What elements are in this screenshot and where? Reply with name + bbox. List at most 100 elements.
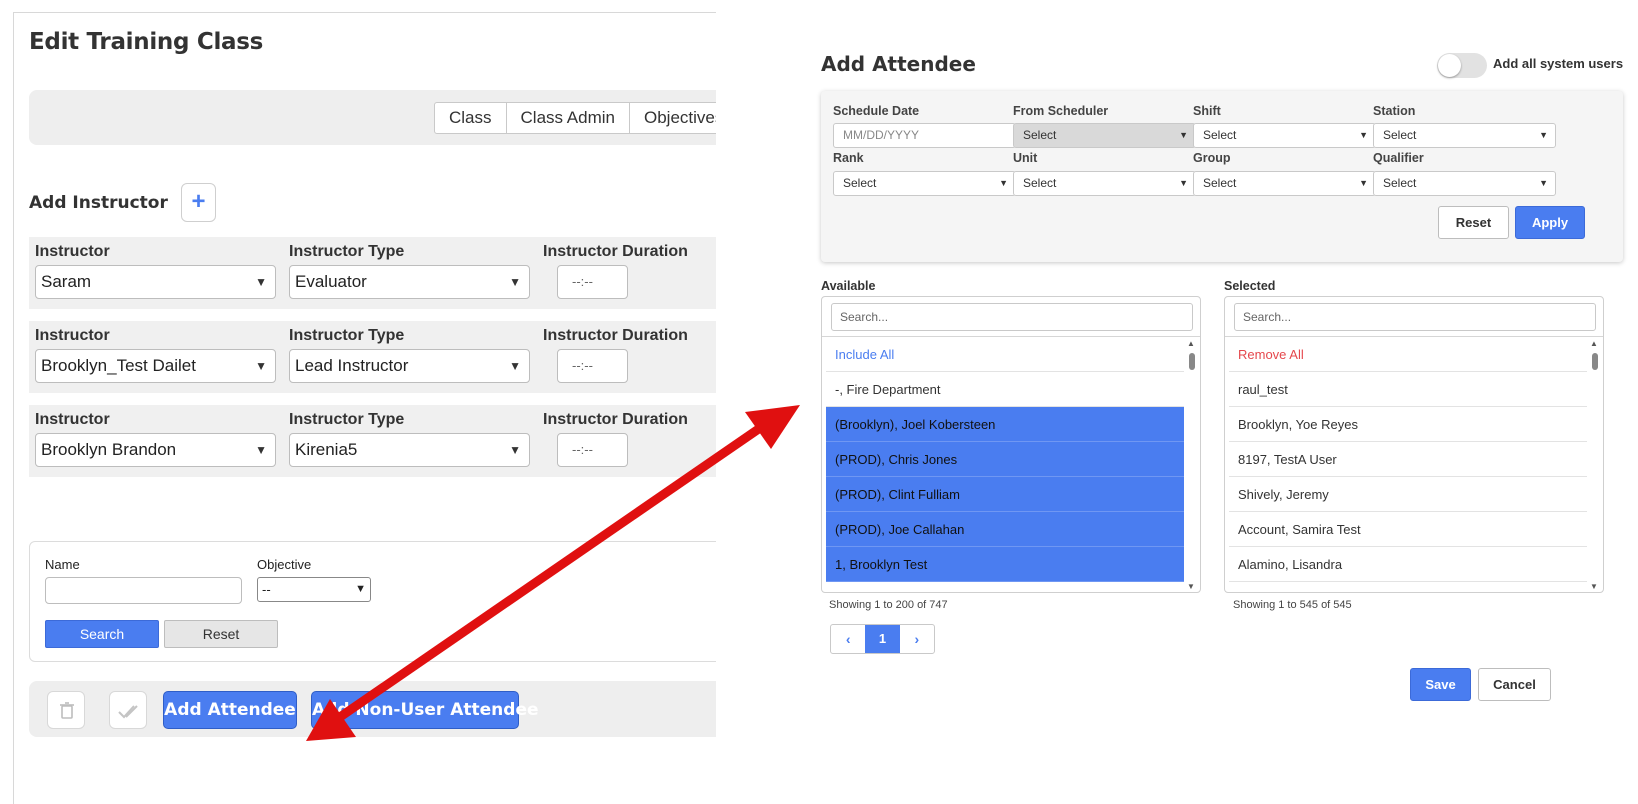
instructor-type-value: Kirenia5 xyxy=(295,440,358,459)
list-item[interactable]: Account, Samira Test xyxy=(1229,512,1587,547)
instructor-type-select[interactable]: Evaluator ▼ xyxy=(289,265,530,299)
scroll-thumb[interactable] xyxy=(1189,353,1195,370)
list-item[interactable]: -, Fire Department xyxy=(826,372,1184,407)
tab-objectives[interactable]: Objectives xyxy=(630,103,716,133)
list-item[interactable]: (PROD), Joe Callahan xyxy=(826,512,1184,547)
list-item[interactable]: (PROD), Chris Jones xyxy=(826,442,1184,477)
instructor-duration-input[interactable]: --:-- xyxy=(557,349,628,383)
reset-button[interactable]: Reset xyxy=(164,620,278,648)
edit-training-class-panel: Edit Training Class Class Class Admin Ob… xyxy=(13,12,716,804)
prev-page-button[interactable]: ‹ xyxy=(831,625,865,653)
tab-class-admin[interactable]: Class Admin xyxy=(507,103,630,133)
list-item[interactable]: Shively, Jeremy xyxy=(1229,477,1587,512)
instructor-type-select[interactable]: Kirenia5 ▼ xyxy=(289,433,530,467)
scroll-down-icon[interactable]: ▼ xyxy=(1187,582,1195,591)
shift-value: Select xyxy=(1203,128,1237,142)
group-select[interactable]: Select ▼ xyxy=(1193,171,1376,196)
scroll-up-icon[interactable]: ▲ xyxy=(1187,339,1195,348)
page-title: Edit Training Class xyxy=(29,29,264,55)
instructor-type-value: Evaluator xyxy=(295,272,367,291)
add-non-user-attendee-button[interactable]: Add Non-User Attendee xyxy=(311,691,539,729)
delete-button[interactable] xyxy=(47,691,85,729)
instructor-label: Instructor xyxy=(35,327,110,344)
shift-select[interactable]: Select ▼ xyxy=(1193,123,1376,148)
pagination: ‹ 1 › xyxy=(830,624,935,654)
search-button[interactable]: Search xyxy=(45,620,159,648)
attendee-search-panel: Name Objective -- ▼ Search Reset xyxy=(29,541,716,662)
shift-label: Shift xyxy=(1193,104,1221,118)
unit-label: Unit xyxy=(1013,151,1038,165)
name-label: Name xyxy=(45,557,80,572)
instructor-select-value: Brooklyn Brandon xyxy=(41,440,177,459)
list-item[interactable]: 1, Station LP xyxy=(826,582,1184,592)
caret-down-icon: ▼ xyxy=(1359,130,1368,140)
attendee-action-bar: Add Attendee Add Non-User Attendee xyxy=(29,681,716,737)
add-instructor-label: Add Instructor xyxy=(29,193,168,213)
selected-search-input[interactable]: Search... xyxy=(1234,303,1596,331)
selected-count: Showing 1 to 545 of 545 xyxy=(1233,599,1352,611)
tab-class[interactable]: Class xyxy=(435,103,507,133)
remove-all-link[interactable]: Remove All xyxy=(1229,337,1587,372)
name-input[interactable] xyxy=(45,577,242,604)
include-all-link[interactable]: Include All xyxy=(826,337,1184,372)
chevron-down-icon: ▼ xyxy=(509,443,521,457)
instructor-select[interactable]: Saram ▼ xyxy=(35,265,276,299)
add-all-users-toggle[interactable] xyxy=(1437,53,1487,78)
qualifier-label: Qualifier xyxy=(1373,151,1424,165)
list-item[interactable]: raul_test xyxy=(1229,372,1587,407)
list-item[interactable]: 8197, TestA User xyxy=(1229,442,1587,477)
schedule-date-label: Schedule Date xyxy=(833,104,920,118)
list-item[interactable]: Brooklyn, Yoe Reyes xyxy=(1229,407,1587,442)
schedule-date-input[interactable]: MM/DD/YYYY xyxy=(833,123,1016,148)
dialog-title: Add Attendee xyxy=(821,52,976,76)
available-scrollbar[interactable]: ▲ ▼ xyxy=(1186,337,1198,592)
instructor-label: Instructor xyxy=(35,243,110,260)
from-scheduler-value: Select xyxy=(1023,128,1057,142)
caret-down-icon: ▼ xyxy=(1179,178,1188,188)
list-item[interactable]: Test, Officer2 xyxy=(1229,582,1587,592)
station-label: Station xyxy=(1373,104,1416,118)
toggle-knob xyxy=(1438,54,1461,77)
save-button[interactable]: Save xyxy=(1410,668,1471,701)
instructor-type-label: Instructor Type xyxy=(289,243,405,260)
add-instructor-button[interactable]: + xyxy=(181,183,216,222)
current-page-button[interactable]: 1 xyxy=(865,625,900,653)
next-page-button[interactable]: › xyxy=(900,625,934,653)
station-select[interactable]: Select ▼ xyxy=(1373,123,1556,148)
selected-scrollbar[interactable]: ▲ ▼ xyxy=(1589,337,1601,592)
list-item[interactable]: (Brooklyn), Joel Kobersteen xyxy=(826,407,1184,442)
instructor-select-value: Saram xyxy=(41,272,92,291)
objective-label: Objective xyxy=(257,557,312,572)
scroll-up-icon[interactable]: ▲ xyxy=(1590,339,1598,348)
instructor-duration-input[interactable]: --:-- xyxy=(557,433,628,467)
cancel-button[interactable]: Cancel xyxy=(1478,668,1551,701)
add-attendee-button[interactable]: Add Attendee xyxy=(163,691,297,729)
selected-items: Remove All raul_test Brooklyn, Yoe Reyes… xyxy=(1229,337,1587,592)
unit-value: Select xyxy=(1023,176,1057,190)
mark-all-button[interactable] xyxy=(109,691,147,729)
scroll-thumb[interactable] xyxy=(1592,353,1598,370)
plus-icon: + xyxy=(191,188,206,215)
qualifier-select[interactable]: Select ▼ xyxy=(1373,171,1556,196)
list-item[interactable]: (PROD), Clint Fulliam xyxy=(826,477,1184,512)
add-all-users-label: Add all system users xyxy=(1493,56,1624,71)
instructor-type-value: Lead Instructor xyxy=(295,356,409,375)
list-item[interactable]: Alamino, Lisandra xyxy=(1229,547,1587,582)
filter-reset-button[interactable]: Reset xyxy=(1438,206,1509,239)
instructor-duration-input[interactable]: --:-- xyxy=(557,265,628,299)
available-search-input[interactable]: Search... xyxy=(831,303,1193,331)
instructor-select[interactable]: Brooklyn_Test Dailet ▼ xyxy=(35,349,276,383)
scroll-down-icon[interactable]: ▼ xyxy=(1590,582,1598,591)
list-item[interactable]: 1, Brooklyn Test xyxy=(826,547,1184,582)
selected-label: Selected xyxy=(1224,279,1276,293)
objective-select[interactable]: -- ▼ xyxy=(257,577,371,602)
rank-select[interactable]: Select ▼ xyxy=(833,171,1016,196)
instructor-row: Instructor Instructor Type Instructor Du… xyxy=(29,405,716,477)
instructor-type-select[interactable]: Lead Instructor ▼ xyxy=(289,349,530,383)
group-value: Select xyxy=(1203,176,1237,190)
chevron-down-icon: ▼ xyxy=(255,275,267,289)
instructor-select[interactable]: Brooklyn Brandon ▼ xyxy=(35,433,276,467)
chevron-down-icon: ▼ xyxy=(255,443,267,457)
unit-select[interactable]: Select ▼ xyxy=(1013,171,1196,196)
filter-apply-button[interactable]: Apply xyxy=(1515,206,1585,239)
